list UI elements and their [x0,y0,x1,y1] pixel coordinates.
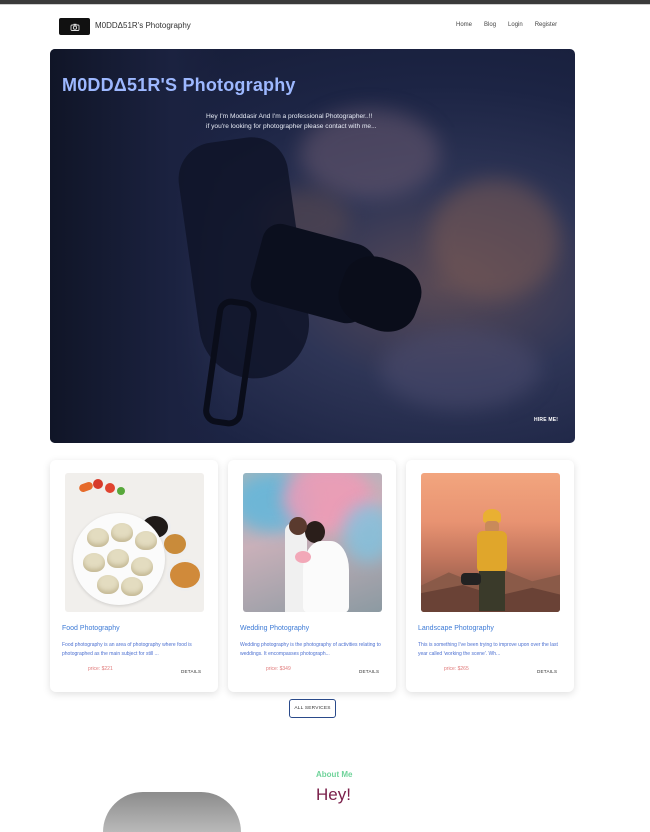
service-title[interactable]: Wedding Photography [240,625,309,632]
service-description: Wedding photography is the photography o… [240,642,381,657]
service-price: price: $349 [266,666,291,672]
service-title[interactable]: Landscape Photography [418,625,494,632]
service-price: price: $265 [444,666,469,672]
hero-intro-line2: if you're looking for photographer pleas… [206,123,377,130]
navbar: M0DDΔ51R's Photography Home Blog Login R… [0,5,650,49]
service-title[interactable]: Food Photography [62,625,120,632]
nav-login[interactable]: Login [508,22,523,28]
details-button[interactable]: DETAILS [537,669,557,674]
service-price: price: $221 [88,666,113,672]
hire-me-button[interactable]: HIRE ME! [534,417,558,423]
wedding-photo [243,473,382,612]
hero-intro-line1: Hey I'm Moddasir And I'm a professional … [206,113,373,120]
hero-title: M0DDΔ51R'S Photography [62,75,296,95]
nav-home[interactable]: Home [456,22,472,28]
service-description: Food photography is an area of photograp… [62,642,192,657]
service-card-food: Food Photography Food photography is an … [50,460,218,692]
nav-register[interactable]: Register [535,22,557,28]
landscape-photo [421,473,560,612]
hero-bokeh [430,179,560,299]
all-services-button[interactable]: ALL SERVICES [289,699,336,718]
service-description: This is something I've been trying to im… [418,642,558,657]
nav-links: Home Blog Login Register [456,22,569,28]
food-photo [65,473,204,612]
hero-bokeh [380,329,540,409]
logo[interactable] [59,18,90,35]
about-heading: Hey! [316,785,351,804]
details-button[interactable]: DETAILS [359,669,379,674]
details-button[interactable]: DETAILS [181,669,201,674]
service-card-wedding: Wedding Photography Wedding photography … [228,460,396,692]
brand-name[interactable]: M0DDΔ51R's Photography [95,21,191,30]
nav-blog[interactable]: Blog [484,22,496,28]
hero-intro: Hey I'm Moddasir And I'm a professional … [206,112,446,132]
camera-icon [70,23,79,31]
hero-banner: M0DDΔ51R'S Photography Hey I'm Moddasir … [50,49,575,443]
about-section-label: About Me [316,770,353,779]
about-photo [103,792,241,832]
service-card-landscape: Landscape Photography This is something … [406,460,574,692]
